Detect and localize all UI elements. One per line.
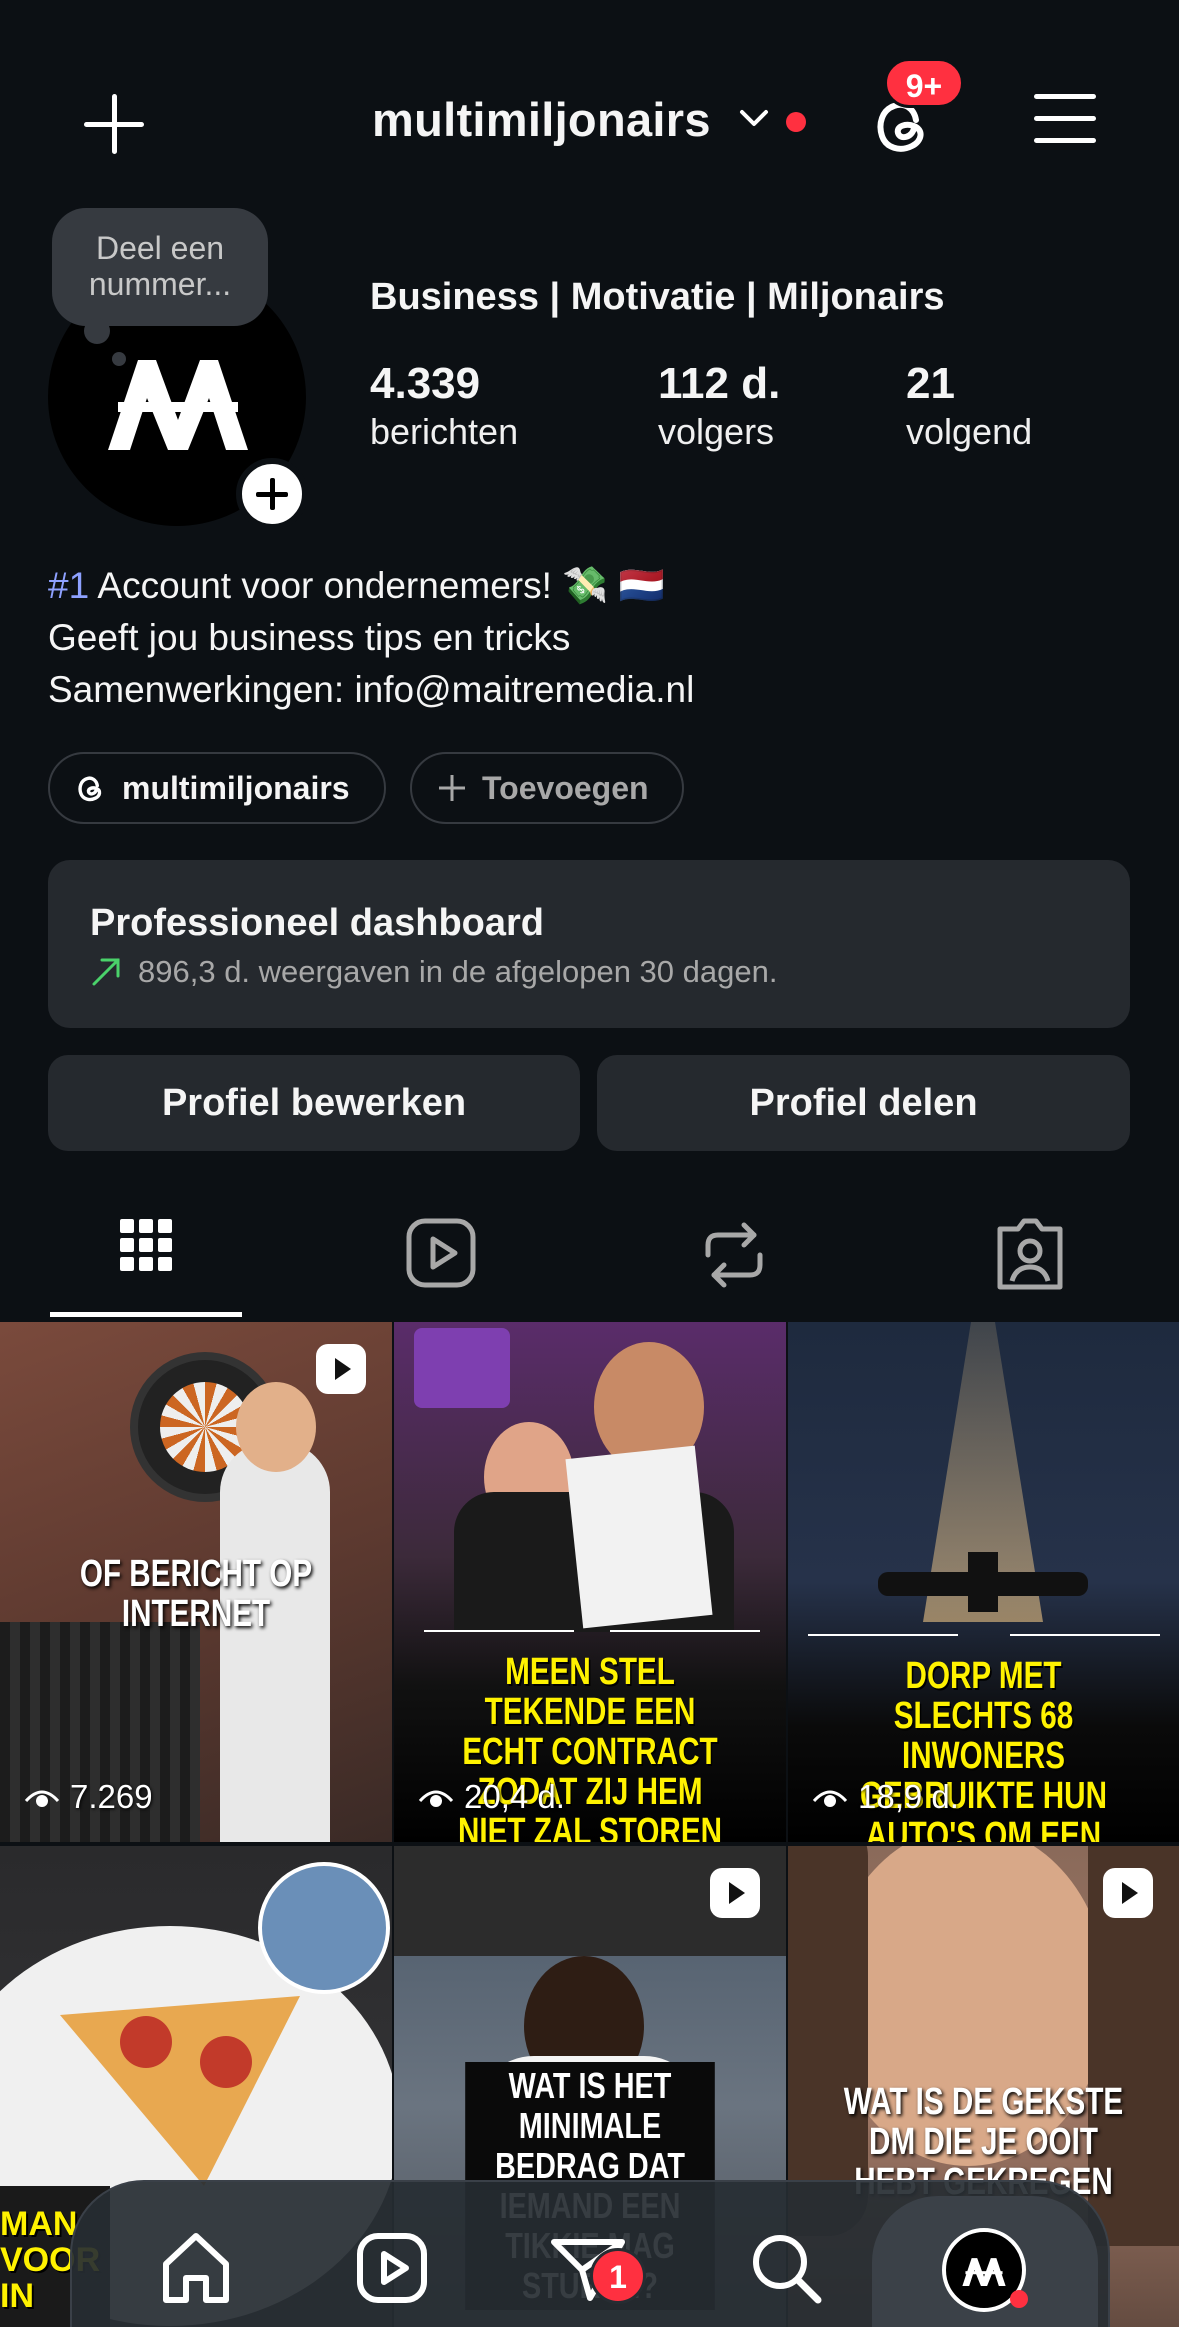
note-bubble[interactable]: Deel een nummer... <box>52 208 268 326</box>
reel-badge-icon <box>1103 1868 1153 1918</box>
account-notification-dot <box>786 112 806 132</box>
threads-pill-label: multimiljonairs <box>122 769 350 806</box>
posts-grid: OF BERICHT OP INTERNET 7.269 MEEN STEL T… <box>0 1322 1179 2327</box>
stat-posts[interactable]: 4.339 berichten <box>370 358 518 454</box>
active-tab-indicator <box>50 1312 242 1317</box>
bio-hashtag[interactable]: #1 <box>48 565 89 606</box>
reposts-tab-icon[interactable] <box>694 1215 774 1295</box>
reel-badge-icon <box>316 1344 366 1394</box>
bio-line2: Geeft jou business tips en tricks <box>48 617 571 658</box>
post-views-count: 20,4 d. <box>464 1778 565 1815</box>
threads-link-pill[interactable]: multimiljonairs <box>48 752 386 824</box>
stat-following[interactable]: 21 volgend <box>906 358 1032 454</box>
home-icon[interactable] <box>156 2228 236 2308</box>
post-views: 20,4 d. <box>418 1778 565 1816</box>
stat-following-value: 21 <box>906 359 955 408</box>
trend-up-arrow-icon <box>92 958 120 986</box>
profile-category: Business | Motivatie | Miljonairs <box>370 276 945 318</box>
post-views-count: 18,9 d. <box>858 1778 959 1815</box>
eye-icon <box>812 1790 848 1807</box>
post-tile[interactable]: OF BERICHT OP INTERNET 7.269 <box>0 1322 392 1842</box>
note-bubble-tail-small <box>112 352 126 366</box>
eye-icon <box>24 1790 60 1807</box>
threads-small-icon <box>78 776 102 802</box>
professional-dashboard[interactable]: Professioneel dashboard 896,3 d. weergav… <box>48 860 1130 1028</box>
eye-icon <box>418 1790 454 1807</box>
brand-logo-small-icon <box>962 2258 1006 2286</box>
tagged-tab-icon[interactable] <box>990 1215 1070 1295</box>
edit-profile-button[interactable]: Profiel bewerken <box>48 1055 580 1151</box>
post-tile[interactable]: MEEN STEL TEKENDE EEN ECHT CONTRACT ZODA… <box>394 1322 786 1842</box>
post-caption: OF BERICHT OP INTERNET <box>79 1553 313 1635</box>
hamburger-menu-icon[interactable] <box>1034 92 1096 146</box>
profile-notification-dot <box>1010 2290 1028 2308</box>
share-profile-button[interactable]: Profiel delen <box>597 1055 1130 1151</box>
threads-notification-badge: 9+ <box>884 58 964 108</box>
bio-line1: Account voor ondernemers! 💸 🇳🇱 <box>89 565 665 606</box>
post-views: 7.269 <box>24 1778 153 1816</box>
dashboard-title: Professioneel dashboard <box>90 902 545 944</box>
note-bubble-tail <box>84 318 110 344</box>
post-views-count: 7.269 <box>70 1778 153 1815</box>
chevron-down-icon[interactable] <box>738 102 770 134</box>
post-views: 18,9 d. <box>812 1778 959 1816</box>
reel-badge-icon <box>710 1868 760 1918</box>
stat-posts-label: berichten <box>370 411 519 452</box>
dashboard-subtitle: 896,3 d. weergaven in de afgelopen 30 da… <box>138 954 778 989</box>
grid-icon[interactable] <box>106 1215 186 1295</box>
messages-badge: 1 <box>590 2248 646 2304</box>
add-link-pill[interactable]: Toevoegen <box>410 752 684 824</box>
stat-followers-value: 112 d. <box>658 359 781 408</box>
profile-username[interactable]: multimiljonairs <box>372 92 711 147</box>
add-pill-label: Toevoegen <box>482 769 649 806</box>
profile-bio: #1 Account voor ondernemers! 💸 🇳🇱 Geeft … <box>48 560 694 716</box>
reels-icon[interactable] <box>352 2228 432 2308</box>
stat-posts-value: 4.339 <box>370 359 481 408</box>
top-bar: multimiljonairs 9+ <box>0 0 1179 200</box>
brand-logo-icon <box>108 360 248 450</box>
stat-following-label: volgend <box>906 411 1033 452</box>
bio-line3: Samenwerkingen: info@maitremedia.nl <box>48 669 695 710</box>
plus-small-icon <box>439 775 465 801</box>
stat-followers[interactable]: 112 d. volgers <box>658 358 780 454</box>
add-story-plus-icon[interactable] <box>236 458 308 530</box>
stat-followers-label: volgers <box>658 411 775 452</box>
create-plus-icon[interactable] <box>80 90 148 158</box>
search-icon[interactable] <box>746 2228 826 2308</box>
post-tile[interactable]: DORP MET SLECHTS 68 INWONERS GEBRUIKTE H… <box>788 1322 1179 1842</box>
reels-tab-icon[interactable] <box>401 1215 481 1295</box>
